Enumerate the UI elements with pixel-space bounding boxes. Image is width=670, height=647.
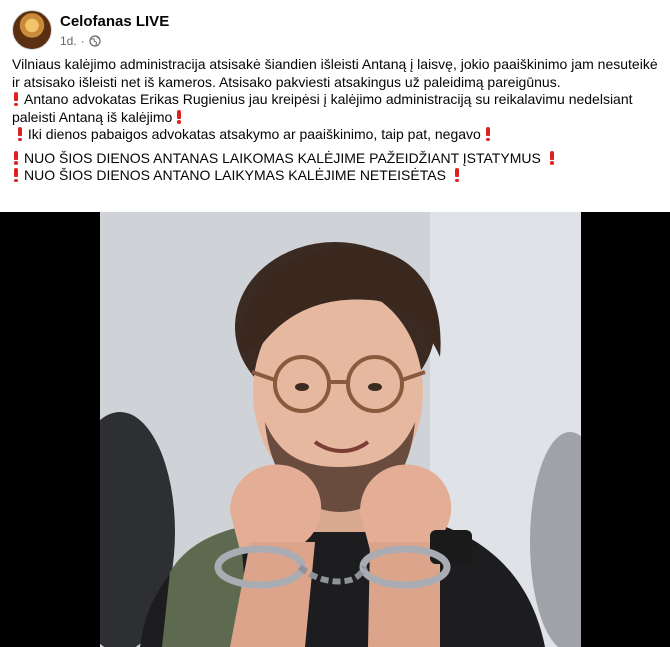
page-avatar[interactable] xyxy=(12,10,52,50)
post-paragraph-2: Antano advokatas Erikas Rugienius jau kr… xyxy=(12,91,658,126)
post-timestamp[interactable]: 1d. xyxy=(60,33,77,49)
post-paragraph-5: NUO ŠIOS DIENOS ANTANO LAIKYMAS KALĖJIME… xyxy=(12,167,658,185)
red-exclamation-icon xyxy=(453,168,462,182)
post-paragraph-1: Vilniaus kalėjimo administracija atsisak… xyxy=(12,56,658,90)
red-exclamation-icon xyxy=(12,150,21,165)
post-header: Celofanas LIVE 1d. · xyxy=(12,10,169,50)
post-image[interactable] xyxy=(0,212,670,647)
post-paragraph-3: Iki dienos pabaigos advokatas atsakymo a… xyxy=(12,126,658,144)
separator-dot: · xyxy=(80,33,85,48)
post-paragraph-5-text: NUO ŠIOS DIENOS ANTANO LAIKYMAS KALĖJIME… xyxy=(24,167,446,183)
red-exclamation-icon xyxy=(548,150,557,165)
post-paragraph-4: NUO ŠIOS DIENOS ANTANAS LAIKOMAS KALĖJIM… xyxy=(12,150,658,168)
red-exclamation-icon xyxy=(12,168,21,182)
page-name-link[interactable]: Celofanas LIVE xyxy=(60,12,169,31)
post-paragraph-3-text: Iki dienos pabaigos advokatas atsakymo a… xyxy=(27,126,481,142)
red-exclamation-icon xyxy=(12,92,21,106)
globe-icon[interactable] xyxy=(89,34,101,47)
post-subline: 1d. · xyxy=(60,33,169,49)
post-paragraph-2-text: Antano advokatas Erikas Rugienius jau kr… xyxy=(12,91,633,125)
photo-illustration xyxy=(100,212,581,647)
man-in-handcuffs-photo xyxy=(100,212,581,647)
red-exclamation-icon xyxy=(175,109,184,124)
post-body: Vilniaus kalėjimo administracija atsisak… xyxy=(12,56,658,185)
post-meta: Celofanas LIVE 1d. · xyxy=(60,12,169,49)
red-exclamation-icon xyxy=(16,127,25,141)
post-paragraph-4-text: NUO ŠIOS DIENOS ANTANAS LAIKOMAS KALĖJIM… xyxy=(24,149,541,166)
red-exclamation-icon xyxy=(484,127,493,141)
